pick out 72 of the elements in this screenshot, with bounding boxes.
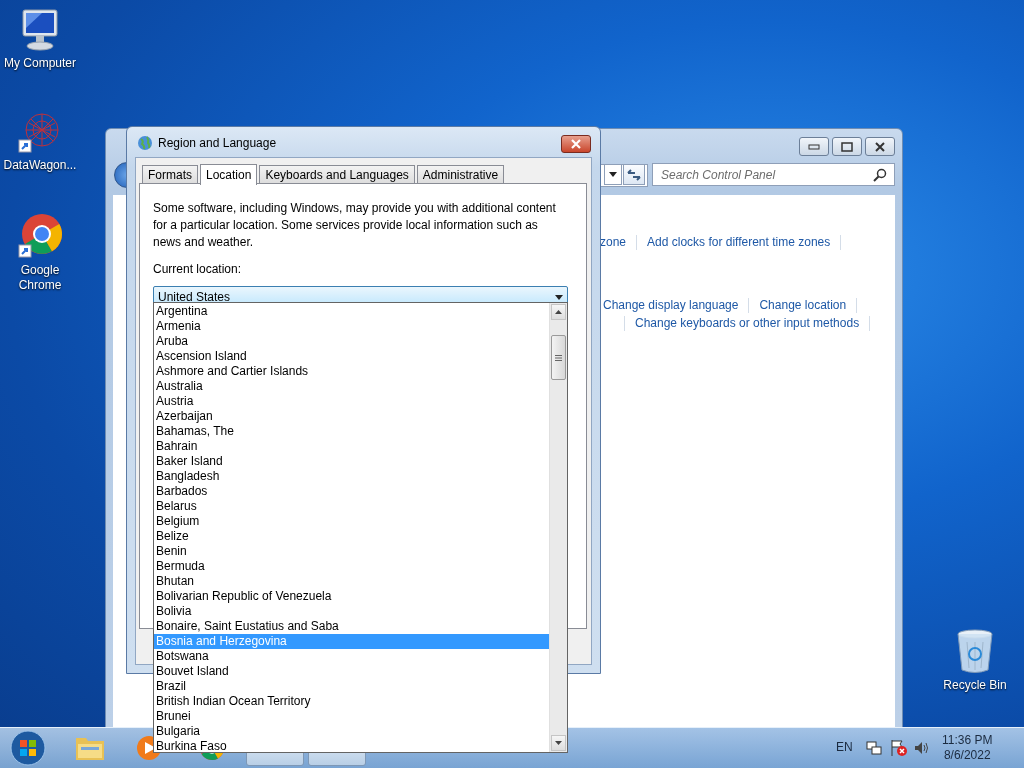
desktop-icon-label[interactable]: Google Chrome	[0, 263, 80, 293]
maximize-button[interactable]	[832, 137, 862, 156]
scroll-up-button[interactable]	[551, 304, 566, 320]
list-option[interactable]: Bahamas, The	[154, 424, 549, 439]
address-dropdown-button[interactable]	[604, 164, 622, 185]
task-link[interactable]: Change display language	[603, 297, 739, 313]
list-option[interactable]: Bulgaria	[154, 724, 549, 739]
list-option[interactable]: Belarus	[154, 499, 549, 514]
task-link[interactable]: Change location	[759, 297, 847, 313]
tab[interactable]: Location	[200, 164, 258, 185]
desktop-icon-label[interactable]: Recycle Bin	[943, 678, 1007, 693]
list-option[interactable]: Austria	[154, 394, 549, 409]
recycle-bin-icon	[955, 628, 995, 674]
list-option[interactable]: Baker Island	[154, 454, 549, 469]
list-option[interactable]: Bonaire, Saint Eustatius and Saba	[154, 619, 549, 634]
list-option[interactable]: Ascension Island	[154, 349, 549, 364]
scroll-down-button[interactable]	[551, 735, 566, 751]
task-link[interactable]: Add clocks for different time zones	[647, 234, 831, 250]
task-link[interactable]: Change keyboards or other input methods	[635, 315, 860, 331]
language-indicator[interactable]: EN	[836, 740, 853, 754]
window-title: Region and Language	[158, 136, 277, 150]
scroll-thumb[interactable]	[551, 335, 566, 380]
refresh-button[interactable]	[623, 164, 645, 185]
description-text: Some software, including Windows, may provide you with additional content for a particular location. Some services provide local information such as news and weather.	[153, 200, 557, 251]
list-option[interactable]: Bahrain	[154, 439, 549, 454]
search-field[interactable]: Search Control Panel	[652, 163, 895, 186]
task-link[interactable]: zone	[600, 234, 627, 250]
refresh-icon	[626, 167, 642, 182]
list-option[interactable]: Belize	[154, 529, 549, 544]
desktop-icon-label[interactable]: DataWagon...	[3, 158, 77, 173]
list-option[interactable]: Bermuda	[154, 559, 549, 574]
list-option[interactable]: Brunei	[154, 709, 549, 724]
list-option[interactable]: Armenia	[154, 319, 549, 334]
clock-date[interactable]: 8/6/2022	[942, 748, 993, 763]
arrow-up-icon	[555, 310, 562, 314]
list-option[interactable]: Aruba	[154, 334, 549, 349]
list-option[interactable]: Brazil	[154, 679, 549, 694]
list-option[interactable]: Bolivarian Republic of Venezuela	[154, 589, 549, 604]
list-option[interactable]: Burkina Faso	[154, 739, 549, 754]
close-button[interactable]	[865, 137, 895, 156]
list-option[interactable]: Barbados	[154, 484, 549, 499]
list-option[interactable]: Benin	[154, 544, 549, 559]
desktop-icon-label[interactable]: My Computer	[4, 56, 76, 71]
globe-icon	[137, 135, 153, 151]
list-option[interactable]: Bangladesh	[154, 469, 549, 484]
browser-icon	[17, 213, 63, 259]
list-option[interactable]: Belgium	[154, 514, 549, 529]
caret-icon	[609, 172, 617, 177]
scrollbar[interactable]	[549, 303, 567, 752]
maximize-icon	[841, 141, 853, 152]
close-icon	[874, 141, 886, 152]
list-option[interactable]: Bhutan	[154, 574, 549, 589]
search-icon	[873, 168, 887, 182]
list-option[interactable]: Australia	[154, 379, 549, 394]
list-option[interactable]: Bouvet Island	[154, 664, 549, 679]
list-option[interactable]: Botswana	[154, 649, 549, 664]
network-icon[interactable]	[866, 740, 882, 756]
caret-icon	[555, 294, 563, 300]
list-option[interactable]: Ashmore and Cartier Islands	[154, 364, 549, 379]
start-button[interactable]	[8, 730, 48, 766]
list-option[interactable]: Bolivia	[154, 604, 549, 619]
list-option[interactable]: Azerbaijan	[154, 409, 549, 424]
minimize-icon	[808, 143, 820, 150]
arrow-down-icon	[555, 741, 562, 745]
clock-time[interactable]: 11:36 PM	[942, 733, 993, 748]
field-label: Current location:	[153, 261, 243, 278]
minimize-button[interactable]	[799, 137, 829, 156]
list-option[interactable]: British Indian Ocean Territory	[154, 694, 549, 709]
close-icon	[570, 139, 582, 149]
flag-icon[interactable]	[890, 739, 908, 757]
speaker-icon[interactable]	[914, 740, 930, 756]
close-button[interactable]	[561, 135, 591, 153]
